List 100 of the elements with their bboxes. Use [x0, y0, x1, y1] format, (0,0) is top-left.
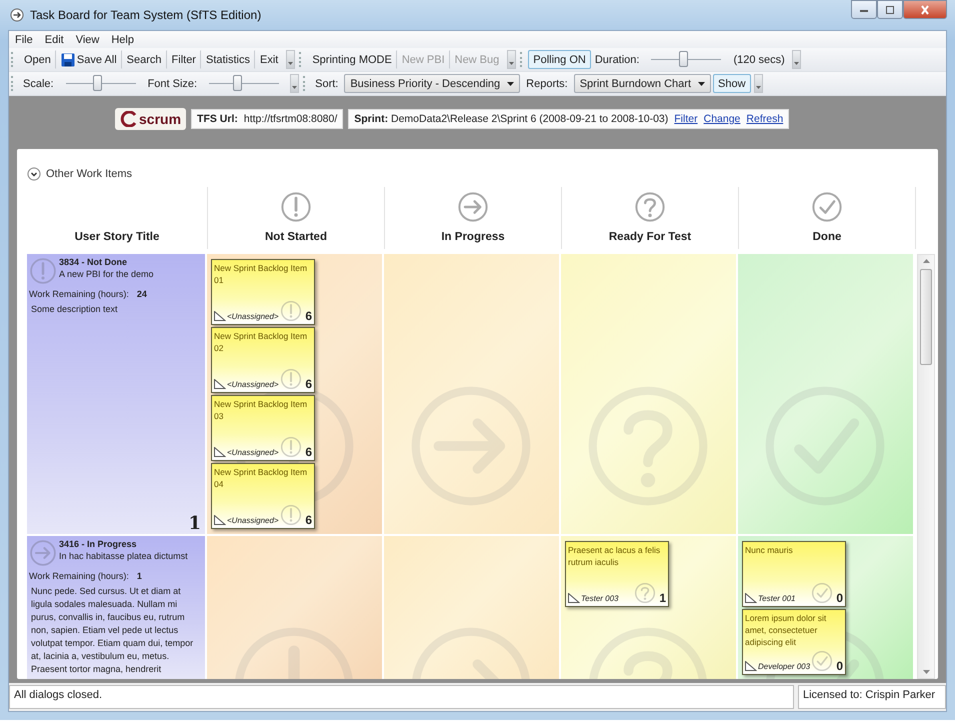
page-curl-icon: [214, 447, 226, 457]
column-header: Not Started: [265, 231, 327, 243]
toolbar-button[interactable]: Search: [122, 50, 167, 69]
minimize-button[interactable]: [851, 0, 877, 19]
page-curl-icon: [214, 515, 226, 525]
user-story-card[interactable]: [27, 536, 205, 679]
task-card[interactable]: New Sprint Backlog Item 04 <Unassigned> 6: [211, 463, 315, 529]
caret-icon: [698, 82, 705, 86]
menu-item[interactable]: File: [9, 34, 39, 46]
slider[interactable]: [66, 74, 136, 93]
task-hours: 0: [836, 659, 843, 673]
status-message: All dialogs closed.: [9, 685, 794, 709]
toolbar-button[interactable]: Save All: [56, 50, 122, 69]
menu-item[interactable]: Help: [105, 34, 140, 46]
story-count: 1: [188, 513, 201, 534]
page-curl-icon: [214, 379, 226, 389]
scroll-up-icon[interactable]: [922, 259, 930, 263]
window-title: Task Board for Team System (SfTS Edition): [30, 8, 262, 22]
story-description: Nunc pede. Sed cursus. Ut et diam at ligula sodales malesuada. Nullam mi purus, convallis in, faucibus eu, rutrum non, sapien. Etiam vel pede ut lectus volutpat tempor. Etiam quam dui, tempor at, lacinia a, vestibulum eu, metus. Praesent tortor magna, hendrerit: [31, 585, 194, 676]
toolbar-overflow-button[interactable]: [290, 74, 300, 93]
header-link[interactable]: Filter: [674, 113, 698, 125]
task-title: Praesent ac lacus a felis rutrum iaculis: [568, 544, 662, 568]
task-card[interactable]: New Sprint Backlog Item 03 <Unassigned> 6: [211, 395, 315, 461]
check-icon: [811, 582, 833, 604]
toolbar-overflow-button[interactable]: [286, 50, 296, 69]
toolbar-overflow-button[interactable]: [507, 50, 516, 69]
task-title: New Sprint Backlog Item 02: [214, 330, 308, 354]
toolbar-label: Font Size:: [146, 78, 198, 90]
task-hours: 6: [305, 445, 312, 459]
question-icon: [634, 191, 666, 223]
toolbar-button[interactable]: Polling ON: [528, 50, 591, 69]
other-work-items-expander[interactable]: Other Work Items: [17, 149, 132, 187]
task-assignee: <Unassigned>: [227, 516, 279, 524]
tfs-url-field: TFS Url: http://tfsrtm08:8080/: [191, 109, 344, 129]
toolbar-button[interactable]: Filter: [166, 50, 201, 69]
story-summary: A new PBI for the demo: [59, 269, 154, 279]
question-icon: [634, 582, 656, 604]
exclamation-icon: [280, 300, 302, 322]
toolbar-overflow-button[interactable]: [754, 74, 763, 93]
sprint-info: Sprint: DemoData2\Release 2\Sprint 6 (2008-09-21 to 2008-10-03): [354, 113, 668, 125]
slider-thumb[interactable]: [93, 75, 102, 91]
toolbar-label: Scale:: [22, 78, 55, 90]
exclamation-icon: [280, 191, 312, 223]
task-card[interactable]: Lorem ipsum dolor sit amet, consectetuer adipiscing elit Developer 003 0: [742, 609, 846, 675]
task-title: New Sprint Backlog Item 01: [214, 262, 308, 286]
slider-thumb[interactable]: [233, 75, 242, 91]
exclamation-icon: [29, 257, 57, 285]
task-hours: 6: [305, 309, 312, 323]
task-hours: 0: [836, 591, 843, 605]
scroll-down-icon[interactable]: [922, 670, 930, 674]
header-link[interactable]: Refresh: [746, 113, 784, 125]
toolbar-button[interactable]: Open: [19, 50, 56, 69]
caret-icon: [794, 62, 799, 65]
task-card[interactable]: New Sprint Backlog Item 02 <Unassigned> 6: [211, 327, 315, 393]
caret-icon: [507, 82, 514, 86]
caret-icon: [756, 86, 761, 89]
dropdown[interactable]: Sprint Burndown Chart: [574, 74, 711, 93]
work-remaining-value: 24: [136, 289, 147, 299]
vertical-scrollbar[interactable]: [917, 254, 935, 679]
toolbar-label: Sort:: [314, 78, 340, 90]
task-assignee: Tester 003: [581, 594, 619, 602]
slider[interactable]: [209, 74, 280, 93]
toolbar-button[interactable]: Sprinting MODE: [307, 50, 397, 69]
task-assignee: Tester 001: [758, 594, 796, 602]
user-story-card[interactable]: 3834 - Not Done A new PBI for the demo Work Remaining (hours): 24 Some description text 1: [27, 254, 205, 534]
toolbar-button[interactable]: Statistics: [200, 50, 255, 69]
story-title: 3834 - Not Done: [59, 257, 128, 267]
story-description: Some description text: [31, 303, 119, 316]
task-hours: 6: [305, 377, 312, 391]
column-header: Ready For Test: [608, 231, 692, 243]
check-icon: [811, 191, 843, 223]
header-link[interactable]: Change: [704, 113, 740, 125]
scrum-logo: scrum: [115, 108, 186, 130]
task-title: Lorem ipsum dolor sit amet, consectetuer adipiscing elit: [745, 612, 828, 648]
work-remaining-label: Work Remaining (hours):: [29, 289, 129, 299]
toolbar-grip[interactable]: [11, 52, 16, 67]
dropdown[interactable]: Business Priority - Descending: [344, 74, 520, 93]
slider[interactable]: [651, 50, 722, 69]
license-text: Licensed to: Crispin Parker: [798, 685, 946, 709]
menu-item[interactable]: Edit: [38, 34, 70, 46]
maximize-icon: [884, 4, 896, 14]
toolbar-button[interactable]: Show: [713, 74, 751, 93]
caret-icon: [292, 86, 298, 89]
task-card[interactable]: Nunc mauris Tester 001 0: [742, 541, 846, 607]
task-title: New Sprint Backlog Item 04: [214, 466, 308, 490]
menu-item[interactable]: View: [70, 34, 106, 46]
task-title: New Sprint Backlog Item 03: [214, 398, 308, 422]
page-curl-icon: [745, 661, 757, 671]
close-button[interactable]: [903, 0, 947, 19]
task-hours: 1: [659, 591, 666, 605]
slider-thumb[interactable]: [678, 51, 688, 67]
toolbar-button[interactable]: Exit: [255, 50, 284, 69]
toolbar-grip[interactable]: [11, 76, 16, 91]
task-assignee: Developer 003: [758, 662, 810, 670]
scrollbar-thumb[interactable]: [920, 269, 932, 365]
page-curl-icon: [214, 311, 226, 321]
task-card[interactable]: New Sprint Backlog Item 01 <Unassigned> 6: [211, 259, 315, 325]
task-card[interactable]: Praesent ac lacus a felis rutrum iaculis Tester 003 1: [565, 541, 669, 607]
toolbar-overflow-button[interactable]: [792, 50, 801, 69]
maximize-button[interactable]: [877, 0, 903, 19]
